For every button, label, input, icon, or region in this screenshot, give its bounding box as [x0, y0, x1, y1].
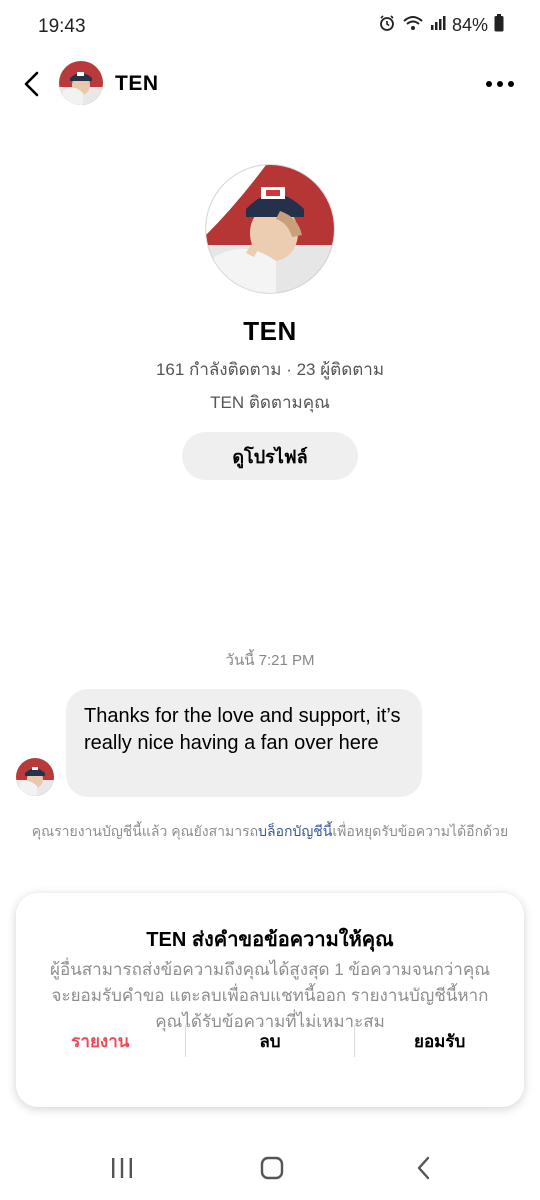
wifi-icon: [402, 14, 424, 37]
avatar-photo: [16, 758, 54, 796]
chat-header: TEN: [0, 58, 540, 110]
request-title: TEN ส่งคำขอข้อความให้คุณ: [146, 929, 394, 951]
home-button[interactable]: [252, 1152, 292, 1184]
report-button[interactable]: รายงาน: [16, 1023, 185, 1059]
status-icons: 84%: [378, 14, 504, 37]
profile-photo: [206, 165, 334, 293]
view-profile-button[interactable]: ดูโปรไฟล์: [182, 432, 358, 480]
profile-follows-you: TEN ติดตามคุณ: [210, 393, 330, 412]
recent-apps-icon: [112, 1158, 132, 1178]
message-bubble[interactable]: Thanks for the love and support, it’s re…: [66, 689, 422, 797]
back-button[interactable]: [14, 66, 50, 102]
header-avatar[interactable]: [59, 61, 103, 105]
home-icon: [260, 1156, 284, 1180]
more-options-button[interactable]: [482, 68, 518, 100]
accept-button[interactable]: ยอมรับ: [355, 1023, 524, 1059]
back-nav-icon: [417, 1156, 430, 1180]
avatar-photo: [59, 61, 103, 105]
more-dots-icon: [486, 81, 514, 87]
message-timestamp: วันนี้ 7:21 PM: [225, 652, 315, 669]
notice-text-after: เพื่อหยุดรับข้อความได้อีกด้วย: [332, 823, 509, 839]
status-time: 19:43: [38, 16, 86, 37]
message-request-card: TEN ส่งคำขอข้อความให้คุณ ผู้อื่นสามารถส่…: [16, 893, 524, 1107]
block-account-link[interactable]: บล็อกบัญชีนี้: [258, 823, 332, 839]
recent-apps-button[interactable]: [102, 1152, 142, 1184]
battery-icon: [494, 14, 504, 37]
back-arrow-icon: [24, 71, 39, 97]
status-bar: 19:43 84%: [0, 0, 540, 56]
alarm-icon: [378, 14, 396, 37]
profile-name: TEN: [243, 316, 297, 346]
system-nav-bar: [0, 1140, 540, 1196]
profile-follow-stats: 161 กำลังติดตาม · 23 ผู้ติดตาม: [155, 360, 385, 379]
system-back-button[interactable]: [404, 1152, 444, 1184]
battery-percent: 84%: [451, 15, 488, 35]
request-actions: รายงาน ลบ ยอมรับ: [16, 1023, 524, 1059]
delete-button[interactable]: ลบ: [186, 1023, 355, 1059]
header-username[interactable]: TEN: [115, 72, 159, 96]
notice-text-before: คุณรายงานบัญชีนี้แล้ว คุณยังสามารถ: [31, 823, 259, 839]
profile-avatar[interactable]: [205, 164, 335, 294]
signal-icon: [430, 15, 446, 36]
message-sender-avatar[interactable]: [16, 758, 54, 796]
report-notice: คุณรายงานบัญชีนี้แล้ว คุณยังสามารถบล็อกบ…: [30, 820, 510, 842]
